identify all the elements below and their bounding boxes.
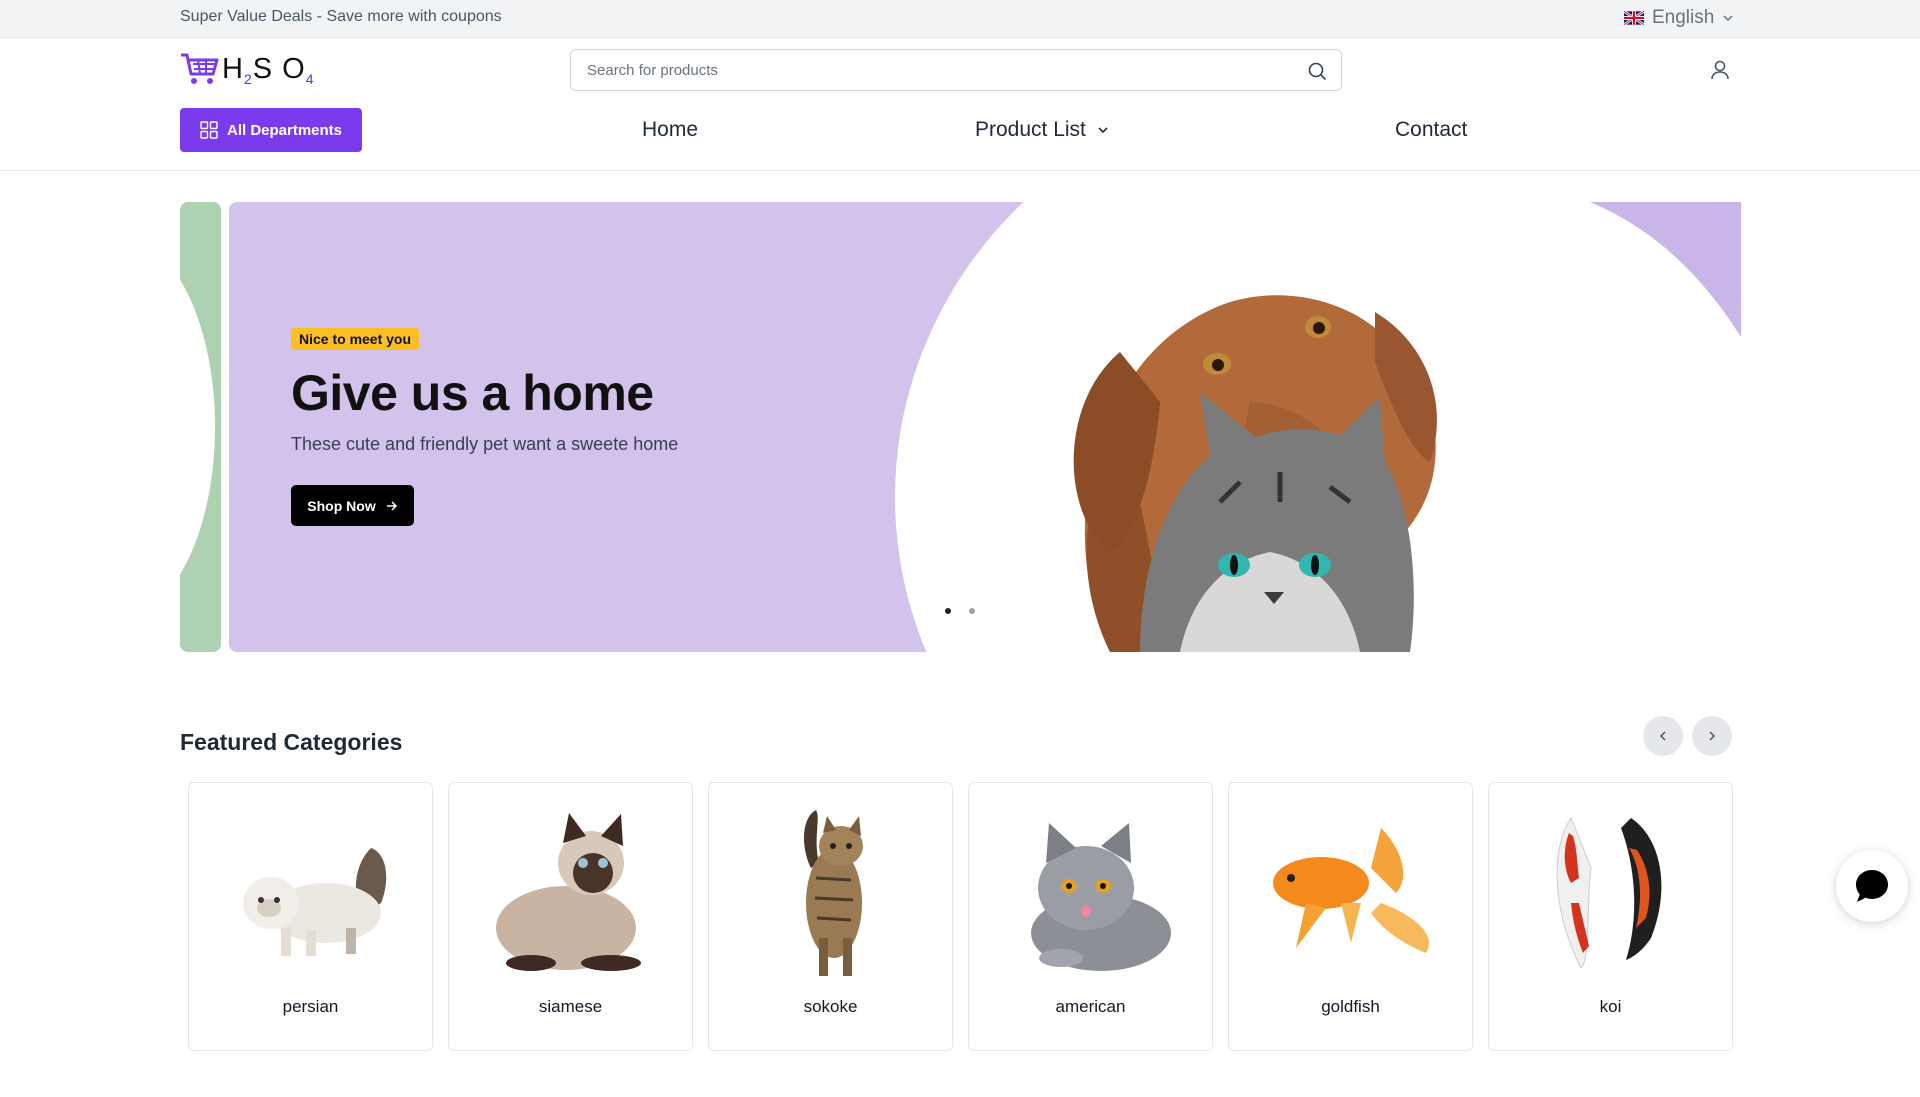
chevron-left-icon <box>1659 731 1666 741</box>
category-name: koi <box>1599 997 1622 1016</box>
carousel-dot-2[interactable] <box>969 608 975 614</box>
category-card-persian[interactable]: persian <box>188 782 433 1051</box>
nav-item-home[interactable]: Home <box>642 118 698 142</box>
nav-item-label: Contact <box>1395 118 1468 141</box>
chevron-down-icon <box>1098 127 1108 134</box>
category-card-siamese[interactable]: siamese <box>448 782 693 1051</box>
category-card-sokoke[interactable]: sokoke <box>708 782 953 1051</box>
search-icon[interactable] <box>1307 61 1327 81</box>
category-name: american <box>1055 997 1126 1016</box>
category-name: goldfish <box>1321 997 1380 1016</box>
nav-item-label: Home <box>642 118 699 141</box>
goldfish-image <box>1273 828 1429 953</box>
search-input[interactable] <box>571 50 1341 90</box>
nav-item-contact[interactable]: Contact <box>1395 118 1467 142</box>
shop-now-button[interactable]: Shop Now <box>291 485 414 526</box>
grid-icon <box>200 121 218 139</box>
category-card-american[interactable]: american <box>968 782 1213 1051</box>
language-selector[interactable]: English <box>1624 7 1734 29</box>
promo-bar: Super Value Deals - Save more with coupo… <box>0 0 1920 38</box>
search-bar <box>570 49 1342 91</box>
hero-banner: Nice to meet you Give us a home These cu… <box>180 202 1741 652</box>
category-name: sokoke <box>803 997 858 1016</box>
sokoke-cat-image <box>804 810 863 976</box>
shop-now-label: Shop Now <box>307 497 376 514</box>
category-card-koi[interactable]: koi <box>1488 782 1733 1051</box>
featured-categories-title: Featured Categories <box>180 729 403 755</box>
category-card-goldfish[interactable]: goldfish <box>1228 782 1473 1051</box>
carousel-dot-1[interactable] <box>945 608 951 614</box>
hero-badge: Nice to meet you <box>291 328 420 350</box>
siamese-cat-image <box>496 813 641 971</box>
user-icon[interactable] <box>1708 58 1732 82</box>
header-divider <box>0 170 1920 171</box>
chat-bubble-icon <box>1856 870 1888 902</box>
promo-text: Super Value Deals - Save more with coupo… <box>180 8 502 25</box>
category-name: persian <box>282 997 339 1016</box>
koi-fish-image <box>1556 816 1662 969</box>
category-name: siamese <box>538 997 603 1016</box>
logo-wordmark: H2S O4 <box>222 53 315 87</box>
hero-title: Give us a home <box>291 365 654 421</box>
shopping-cart-icon <box>181 53 219 84</box>
chevron-down-icon <box>1723 15 1733 22</box>
nav-item-label: Product List <box>975 118 1086 141</box>
carousel-next-button[interactable] <box>1692 716 1732 756</box>
all-departments-label: All Departments <box>226 121 343 139</box>
american-cat-image <box>1031 823 1171 971</box>
hero-subtitle: These cute and friendly pet want a sweet… <box>291 434 679 454</box>
language-label: English <box>1652 7 1715 28</box>
site-logo[interactable]: H2S O4 <box>180 52 315 86</box>
chat-widget-button[interactable] <box>1836 850 1908 922</box>
uk-flag-icon <box>1624 11 1644 25</box>
carousel-prev-button[interactable] <box>1643 716 1683 756</box>
chevron-right-icon <box>1709 731 1716 741</box>
all-departments-button[interactable]: All Departments <box>180 108 362 152</box>
hero-image <box>180 202 1741 652</box>
arrow-right-icon <box>386 500 397 511</box>
persian-cat-image <box>243 848 387 956</box>
nav-item-product-list[interactable]: Product List <box>975 118 1110 142</box>
